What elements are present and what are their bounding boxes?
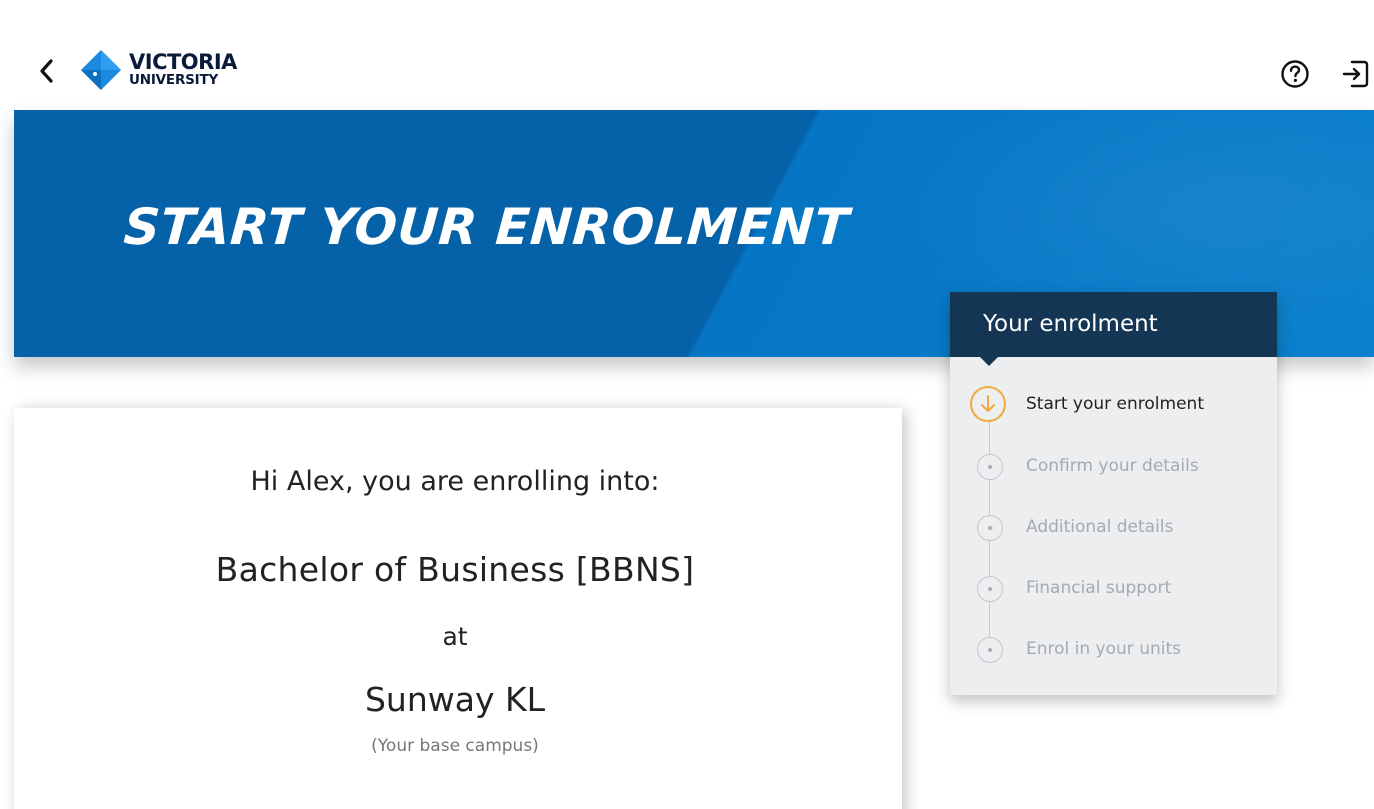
- question-circle-icon: [1281, 60, 1309, 88]
- back-button[interactable]: [34, 56, 58, 86]
- dot-circle-icon: [977, 637, 1003, 663]
- logout-button[interactable]: [1340, 58, 1372, 90]
- step-label: Confirm your details: [1026, 456, 1199, 476]
- arrow-down-circle-icon: [970, 386, 1006, 422]
- progress-panel-header: Your enrolment: [950, 292, 1277, 357]
- step-confirm-your-details[interactable]: Confirm your details: [950, 454, 1277, 494]
- header-pointer: [980, 357, 998, 366]
- chevron-left-icon: [40, 59, 53, 83]
- exit-icon: [1342, 60, 1369, 88]
- logo-text: VICTORIA UNIVERSITY: [129, 52, 237, 88]
- page-title: START YOUR ENROLMENT: [121, 198, 851, 256]
- logo-line-2: UNIVERSITY: [129, 72, 219, 89]
- campus-note: (Your base campus): [371, 736, 539, 756]
- dot-circle-icon: [977, 576, 1003, 602]
- campus-name: Sunway KL: [364, 680, 546, 719]
- step-label: Enrol in your units: [1026, 639, 1181, 659]
- step-enrol-in-your-units[interactable]: Enrol in your units: [950, 637, 1277, 677]
- dot-circle-icon: [977, 454, 1003, 480]
- logo-diamond-icon: [81, 50, 121, 90]
- victoria-university-logo[interactable]: VICTORIA UNIVERSITY: [80, 49, 237, 91]
- course-name: Bachelor of Business [BBNS]: [215, 550, 695, 589]
- dot-circle-icon: [977, 515, 1003, 541]
- logo-line-1: VICTORIA: [129, 50, 237, 75]
- top-bar: VICTORIA UNIVERSITY: [0, 0, 1374, 110]
- enrolment-progress-panel: Your enrolment Start your enrolment Conf…: [950, 292, 1277, 695]
- step-financial-support[interactable]: Financial support: [950, 576, 1277, 616]
- step-label: Additional details: [1026, 517, 1174, 537]
- step-label: Financial support: [1026, 578, 1172, 598]
- step-additional-details[interactable]: Additional details: [950, 515, 1277, 555]
- progress-panel-title: Your enrolment: [983, 311, 1158, 337]
- enrolment-page: VICTORIA UNIVERSITY START YOUR ENROLMENT…: [0, 0, 1374, 809]
- step-start-your-enrolment[interactable]: Start your enrolment: [950, 386, 1277, 432]
- greeting-text: Hi Alex, you are enrolling into:: [250, 466, 660, 497]
- step-label: Start your enrolment: [1026, 394, 1204, 414]
- help-button[interactable]: [1279, 58, 1311, 90]
- at-text: at: [442, 622, 468, 651]
